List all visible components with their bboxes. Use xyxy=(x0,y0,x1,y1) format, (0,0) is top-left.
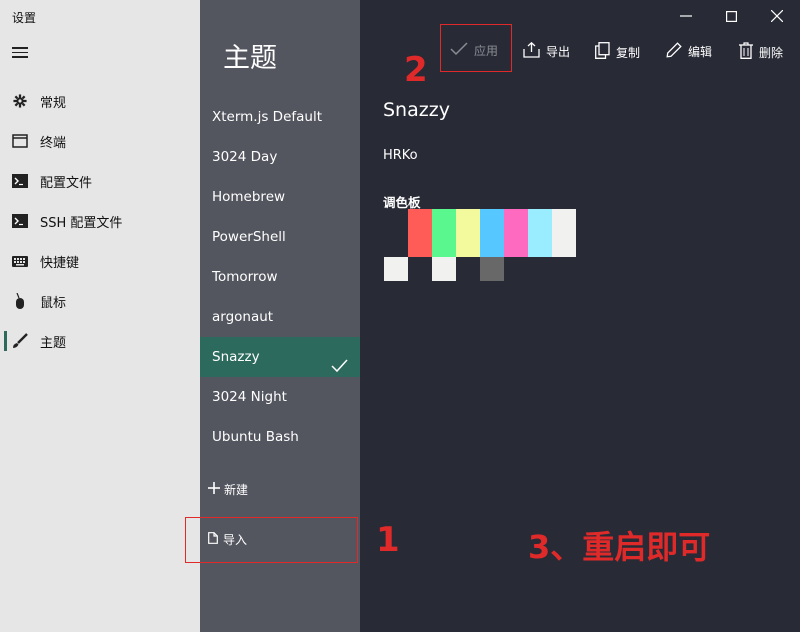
palette-swatch xyxy=(528,209,552,257)
annotation-step-3: 3、重启即可 xyxy=(528,528,711,566)
keyboard-icon xyxy=(0,241,40,281)
theme-item[interactable]: 3024 Day xyxy=(200,137,360,177)
terminal-prompt-icon xyxy=(0,201,40,241)
annotation-box-import xyxy=(185,517,358,563)
close-icon[interactable] xyxy=(767,6,787,26)
nav-item-label: 鼠标 xyxy=(40,295,67,311)
theme-name: Snazzy xyxy=(383,99,450,121)
edit-label: 编辑 xyxy=(688,45,713,59)
annotation-box-apply xyxy=(440,24,512,72)
export-button[interactable]: 导出 xyxy=(523,41,571,61)
settings-nav: 设置 常规 终端 配置文件 SSH 配置文件 快捷键 鼠标 主题 xyxy=(0,0,200,632)
palette-swatch xyxy=(504,257,528,281)
theme-item[interactable]: 3024 Night xyxy=(200,377,360,417)
copy-button[interactable]: 复制 xyxy=(595,42,640,62)
palette-swatch xyxy=(384,209,408,257)
nav-item-label: 常规 xyxy=(40,95,67,111)
annotation-step-2: 2 xyxy=(404,50,428,90)
nav-item-hotkeys[interactable]: 快捷键 xyxy=(0,241,200,281)
palette-swatch xyxy=(528,257,552,281)
copy-label: 复制 xyxy=(616,45,641,60)
hamburger-menu-icon[interactable] xyxy=(8,40,32,64)
nav-item-label: 主题 xyxy=(40,335,67,351)
minimize-icon[interactable] xyxy=(676,6,696,26)
export-icon xyxy=(523,41,540,61)
nav-item-terminal[interactable]: 终端 xyxy=(0,121,200,161)
nav-item-label: 终端 xyxy=(40,135,67,151)
theme-item[interactable]: Tomorrow xyxy=(200,257,360,297)
palette-swatch xyxy=(552,209,576,257)
nav-item-ssh-profiles[interactable]: SSH 配置文件 xyxy=(0,201,200,241)
palette-swatch xyxy=(504,209,528,257)
theme-author: HRKo xyxy=(383,148,418,163)
palette-swatch xyxy=(456,209,480,257)
nav-item-profiles[interactable]: 配置文件 xyxy=(0,161,200,201)
mouse-icon xyxy=(0,281,40,321)
theme-item[interactable]: PowerShell xyxy=(200,217,360,257)
palette-swatch xyxy=(480,209,504,257)
palette-swatch xyxy=(432,209,456,257)
palette-swatch xyxy=(408,209,432,257)
export-label: 导出 xyxy=(546,45,571,59)
trash-icon xyxy=(739,42,753,62)
maximize-icon[interactable] xyxy=(721,6,741,26)
edit-button[interactable]: 编辑 xyxy=(666,42,712,61)
palette-swatch xyxy=(480,257,504,281)
theme-list-title: 主题 xyxy=(223,43,277,74)
delete-label: 删除 xyxy=(759,45,784,60)
pencil-icon xyxy=(666,42,682,61)
delete-button[interactable]: 删除 xyxy=(739,42,783,62)
palette-swatch xyxy=(408,257,432,281)
plus-icon xyxy=(208,482,220,497)
nav-item-label: 快捷键 xyxy=(40,255,80,271)
nav-item-label: 配置文件 xyxy=(40,175,93,191)
new-theme-button[interactable]: 新建 xyxy=(208,481,248,498)
nav-item-general[interactable]: 常规 xyxy=(0,81,200,121)
palette-swatch xyxy=(432,257,456,281)
theme-item[interactable]: argonaut xyxy=(200,297,360,337)
nav-item-mouse[interactable]: 鼠标 xyxy=(0,281,200,321)
gear-icon xyxy=(0,81,40,121)
terminal-prompt-icon xyxy=(0,161,40,201)
palette-swatch xyxy=(552,257,576,281)
nav-item-label: SSH 配置文件 xyxy=(40,215,123,231)
palette-swatch xyxy=(456,257,480,281)
theme-item[interactable]: Xterm.js Default xyxy=(200,97,360,137)
copy-icon xyxy=(595,42,610,62)
theme-item-label: Snazzy xyxy=(212,349,260,365)
palette-swatch xyxy=(384,257,408,281)
new-theme-label: 新建 xyxy=(224,483,249,497)
window-icon xyxy=(0,121,40,161)
nav-item-themes[interactable]: 主题 xyxy=(0,321,200,361)
annotation-step-1: 1 xyxy=(376,520,400,560)
theme-item-selected[interactable]: Snazzy xyxy=(200,337,360,377)
app-title: 设置 xyxy=(12,11,37,25)
theme-item[interactable]: Homebrew xyxy=(200,177,360,217)
theme-item[interactable]: Ubuntu Bash xyxy=(200,417,360,457)
active-indicator xyxy=(4,331,7,351)
